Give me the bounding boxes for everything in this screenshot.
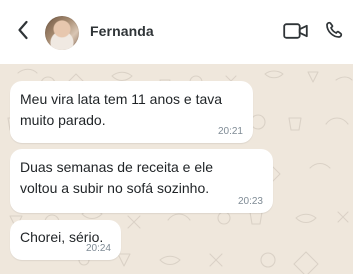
avatar-image — [45, 16, 79, 50]
message-text: Duas semanas de receita e ele voltou a s… — [20, 159, 213, 196]
chevron-left-icon — [17, 20, 29, 45]
back-button[interactable] — [11, 19, 35, 45]
message-text: Meu vira lata tem 11 anos e tava muito p… — [20, 91, 223, 128]
message-time: 20:21 — [217, 126, 243, 137]
message-time: 20:23 — [237, 196, 263, 207]
message-bubble[interactable]: Duas semanas de receita e ele voltou a s… — [10, 149, 273, 213]
message-list: Meu vira lata tem 11 anos e tava muito p… — [0, 64, 353, 274]
phone-call-button[interactable] — [322, 20, 346, 44]
chat-screen: Fernanda Meu vira lata tem 11 anos e tav… — [0, 0, 353, 274]
phone-call-icon — [324, 20, 344, 45]
message-bubble[interactable]: Chorei, sério. 20:24 — [10, 220, 121, 260]
message-bubble[interactable]: Meu vira lata tem 11 anos e tava muito p… — [10, 81, 253, 143]
chat-header: Fernanda — [0, 0, 353, 64]
contact-name[interactable]: Fernanda — [90, 23, 154, 39]
video-call-icon — [283, 22, 309, 45]
avatar[interactable] — [45, 16, 79, 50]
video-call-button[interactable] — [282, 22, 310, 44]
message-time: 20:24 — [85, 243, 111, 254]
